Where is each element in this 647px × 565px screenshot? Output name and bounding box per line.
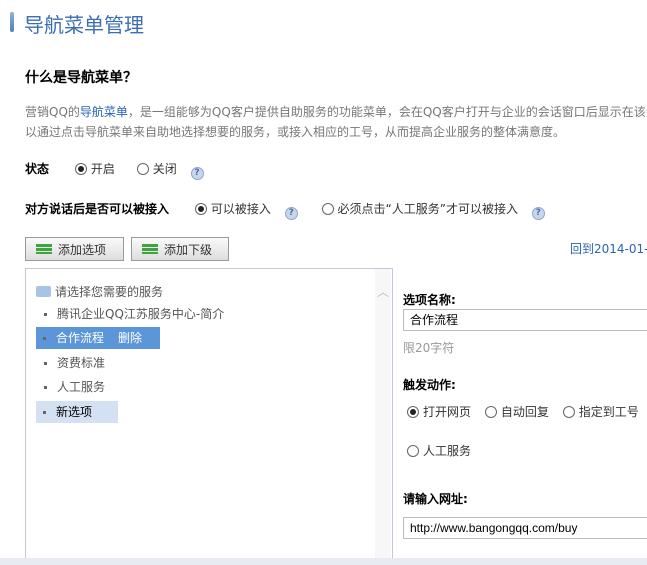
menu-item[interactable]: 新选项 — [36, 401, 118, 423]
access-allowed-radio[interactable]: 可以被接入 — [194, 202, 271, 216]
scroll-up-icon[interactable]: ︿ — [375, 283, 391, 300]
access-row: 对方说话后是否可以被接入 可以被接入 ? 必须点击“人工服务”才可以被接入 ? — [25, 200, 545, 220]
access-manual-radio[interactable]: 必须点击“人工服务”才可以被接入 — [321, 202, 518, 216]
access-label: 对方说话后是否可以被接入 — [25, 202, 170, 216]
add-sub-button[interactable]: 添加下级 — [131, 237, 229, 261]
name-hint: 限20字符 — [403, 341, 455, 355]
action-radios: 打开网页 自动回复 指定到工号 — [407, 403, 639, 420]
url-label: 请输入网址: — [403, 492, 468, 506]
restore-link[interactable]: 回到2014-01-0 — [570, 240, 647, 257]
url-input[interactable]: http://www.bangongqq.com/buy — [403, 517, 647, 539]
chat-icon — [36, 286, 51, 297]
page-title: 导航菜单管理 — [24, 13, 144, 37]
action-assign-agent-radio[interactable]: 指定到工号 — [562, 405, 639, 419]
name-input[interactable]: 合作流程 — [403, 309, 647, 331]
status-label: 状态 — [25, 162, 50, 176]
help-icon[interactable]: ? — [284, 207, 298, 220]
desc-text: ，是一组能够为QQ客户提供自助服务的功能菜单，会在QQ客户打开与企业的会话窗口后… — [127, 105, 647, 119]
help-icon[interactable]: ? — [190, 167, 204, 180]
action-open-web-radio[interactable]: 打开网页 — [407, 405, 471, 419]
status-on-radio[interactable]: 开启 — [74, 162, 115, 176]
action-label: 触发动作: — [403, 378, 456, 392]
desc-text: 以通过点击导航菜单来自助地选择想要的服务，或接入相应的工号，从而提高企业服务的整… — [25, 125, 566, 139]
menu-item-selected[interactable]: 合作流程 删除 — [36, 327, 160, 349]
desc-text: 营销QQ的 — [25, 105, 80, 119]
menu-header: 请选择您需要的服务 — [36, 283, 163, 300]
name-label: 选项名称: — [403, 293, 456, 307]
action-manual-radio[interactable]: 人工服务 — [407, 442, 471, 459]
bottom-bar — [0, 558, 647, 565]
nav-menu-link[interactable]: 导航菜单 — [80, 105, 128, 119]
scrollbar[interactable]: ︿ — [375, 269, 391, 561]
list-icon — [36, 244, 52, 254]
menu-tree-panel: 请选择您需要的服务 腾讯企业QQ江苏服务中心-简介 合作流程 删除 资费标准 人工… — [25, 268, 393, 563]
action-auto-reply-radio[interactable]: 自动回复 — [484, 405, 549, 419]
status-off-radio[interactable]: 关闭 — [136, 162, 177, 176]
option-form: 选项名称: 合作流程 限20字符 触发动作: 打开网页 自动回复 指定到工号 人… — [393, 268, 647, 563]
menu-item[interactable]: 人工服务 — [37, 376, 105, 398]
delete-button[interactable]: 删除 — [118, 331, 142, 345]
menu-item[interactable]: 腾讯企业QQ江苏服务中心-简介 — [37, 303, 224, 325]
title-accent — [10, 12, 14, 32]
add-option-button[interactable]: 添加选项 — [25, 237, 124, 261]
menu-item[interactable]: 资费标准 — [37, 352, 105, 374]
status-row: 状态 开启 关闭 ? — [25, 160, 204, 180]
sublist-icon — [142, 244, 158, 254]
help-icon[interactable]: ? — [531, 207, 545, 220]
description: 营销QQ的导航菜单，是一组能够为QQ客户提供自助服务的功能菜单，会在QQ客户打开… — [25, 102, 647, 142]
section-heading: 什么是导航菜单？ — [25, 70, 137, 86]
